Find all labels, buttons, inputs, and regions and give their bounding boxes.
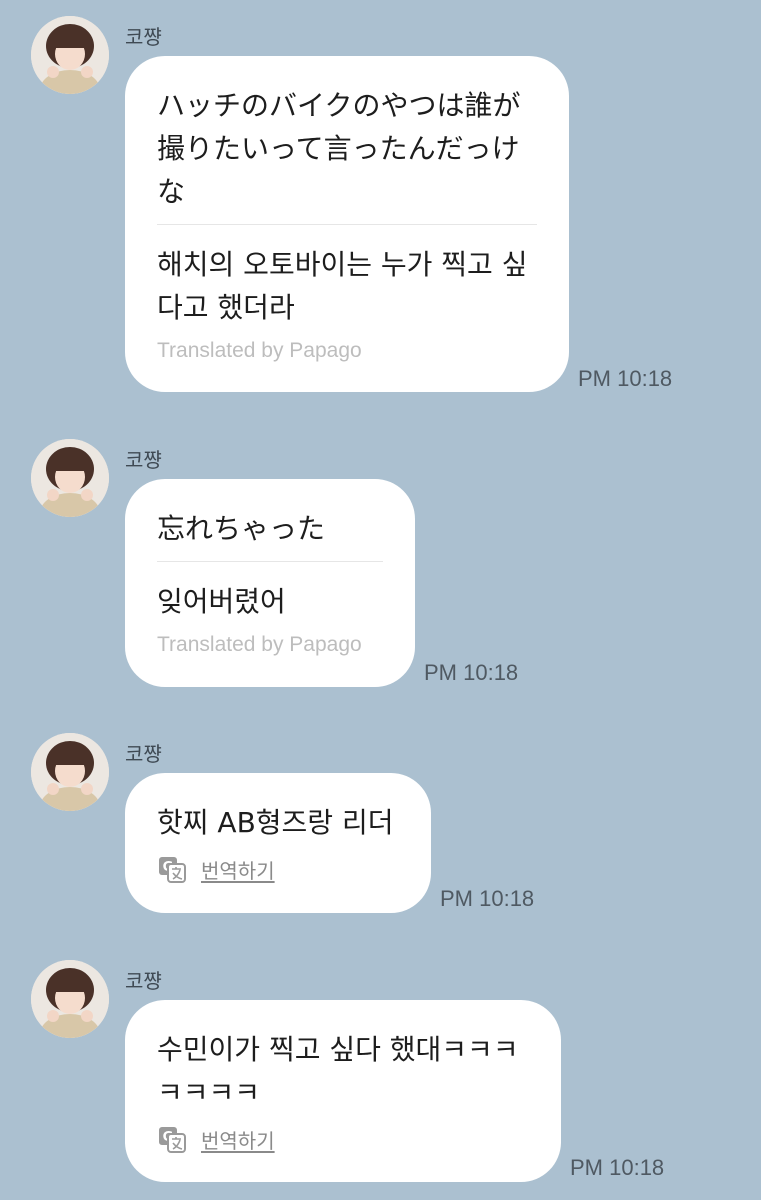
- timestamp: PM 10:18: [578, 366, 673, 391]
- timestamp: PM 10:18: [440, 886, 535, 911]
- divider: [157, 561, 383, 562]
- avatar[interactable]: [31, 16, 109, 94]
- message-bubble[interactable]: 핫찌 AB형즈랑 리더 G 번역하기: [125, 773, 431, 913]
- timestamp: PM 10:18: [570, 1155, 665, 1180]
- translation-credit: Translated by Papago: [157, 339, 362, 362]
- translate-icon[interactable]: G: [157, 1124, 187, 1154]
- translate-action[interactable]: G 번역하기: [157, 1124, 529, 1154]
- message-bubble[interactable]: ハッチのバイクのやつは誰が 撮りたいって言ったんだっけ な 해치의 오토바이는 …: [125, 56, 569, 392]
- divider: [157, 224, 537, 225]
- avatar[interactable]: [31, 439, 109, 517]
- sender-name: 코쨩: [125, 25, 162, 49]
- message-text: 핫찌 AB형즈랑 리더: [157, 806, 394, 839]
- translate-icon[interactable]: G: [157, 854, 187, 884]
- translate-action[interactable]: G 번역하기: [157, 854, 399, 884]
- translate-link[interactable]: 번역하기: [201, 1125, 275, 1154]
- original-text: 忘れちゃった: [157, 512, 326, 545]
- message-bubble[interactable]: 忘れちゃった 잊어버렸어 Translated by Papago: [125, 479, 415, 687]
- message-bubble[interactable]: 수민이가 찍고 싶다 했대ㅋㅋㅋ ㅋㅋㅋㅋ G 번역하기: [125, 1000, 561, 1182]
- translated-text: 잊어버렸어: [157, 585, 286, 618]
- timestamp: PM 10:18: [424, 660, 519, 685]
- avatar[interactable]: [31, 733, 109, 811]
- sender-name: 코쨩: [125, 969, 162, 993]
- original-text: ハッチのバイクのやつは誰が 撮りたいって言ったんだっけ な: [157, 89, 521, 208]
- sender-name: 코쨩: [125, 742, 162, 766]
- translate-link[interactable]: 번역하기: [201, 855, 275, 884]
- sender-name: 코쨩: [125, 448, 162, 472]
- avatar[interactable]: [31, 960, 109, 1038]
- translated-text: 해치의 오토바이는 누가 찍고 싶 다고 했더라: [157, 248, 528, 324]
- translation-credit: Translated by Papago: [157, 633, 362, 656]
- message-text: 수민이가 찍고 싶다 했대ㅋㅋㅋ ㅋㅋㅋㅋ: [157, 1033, 519, 1109]
